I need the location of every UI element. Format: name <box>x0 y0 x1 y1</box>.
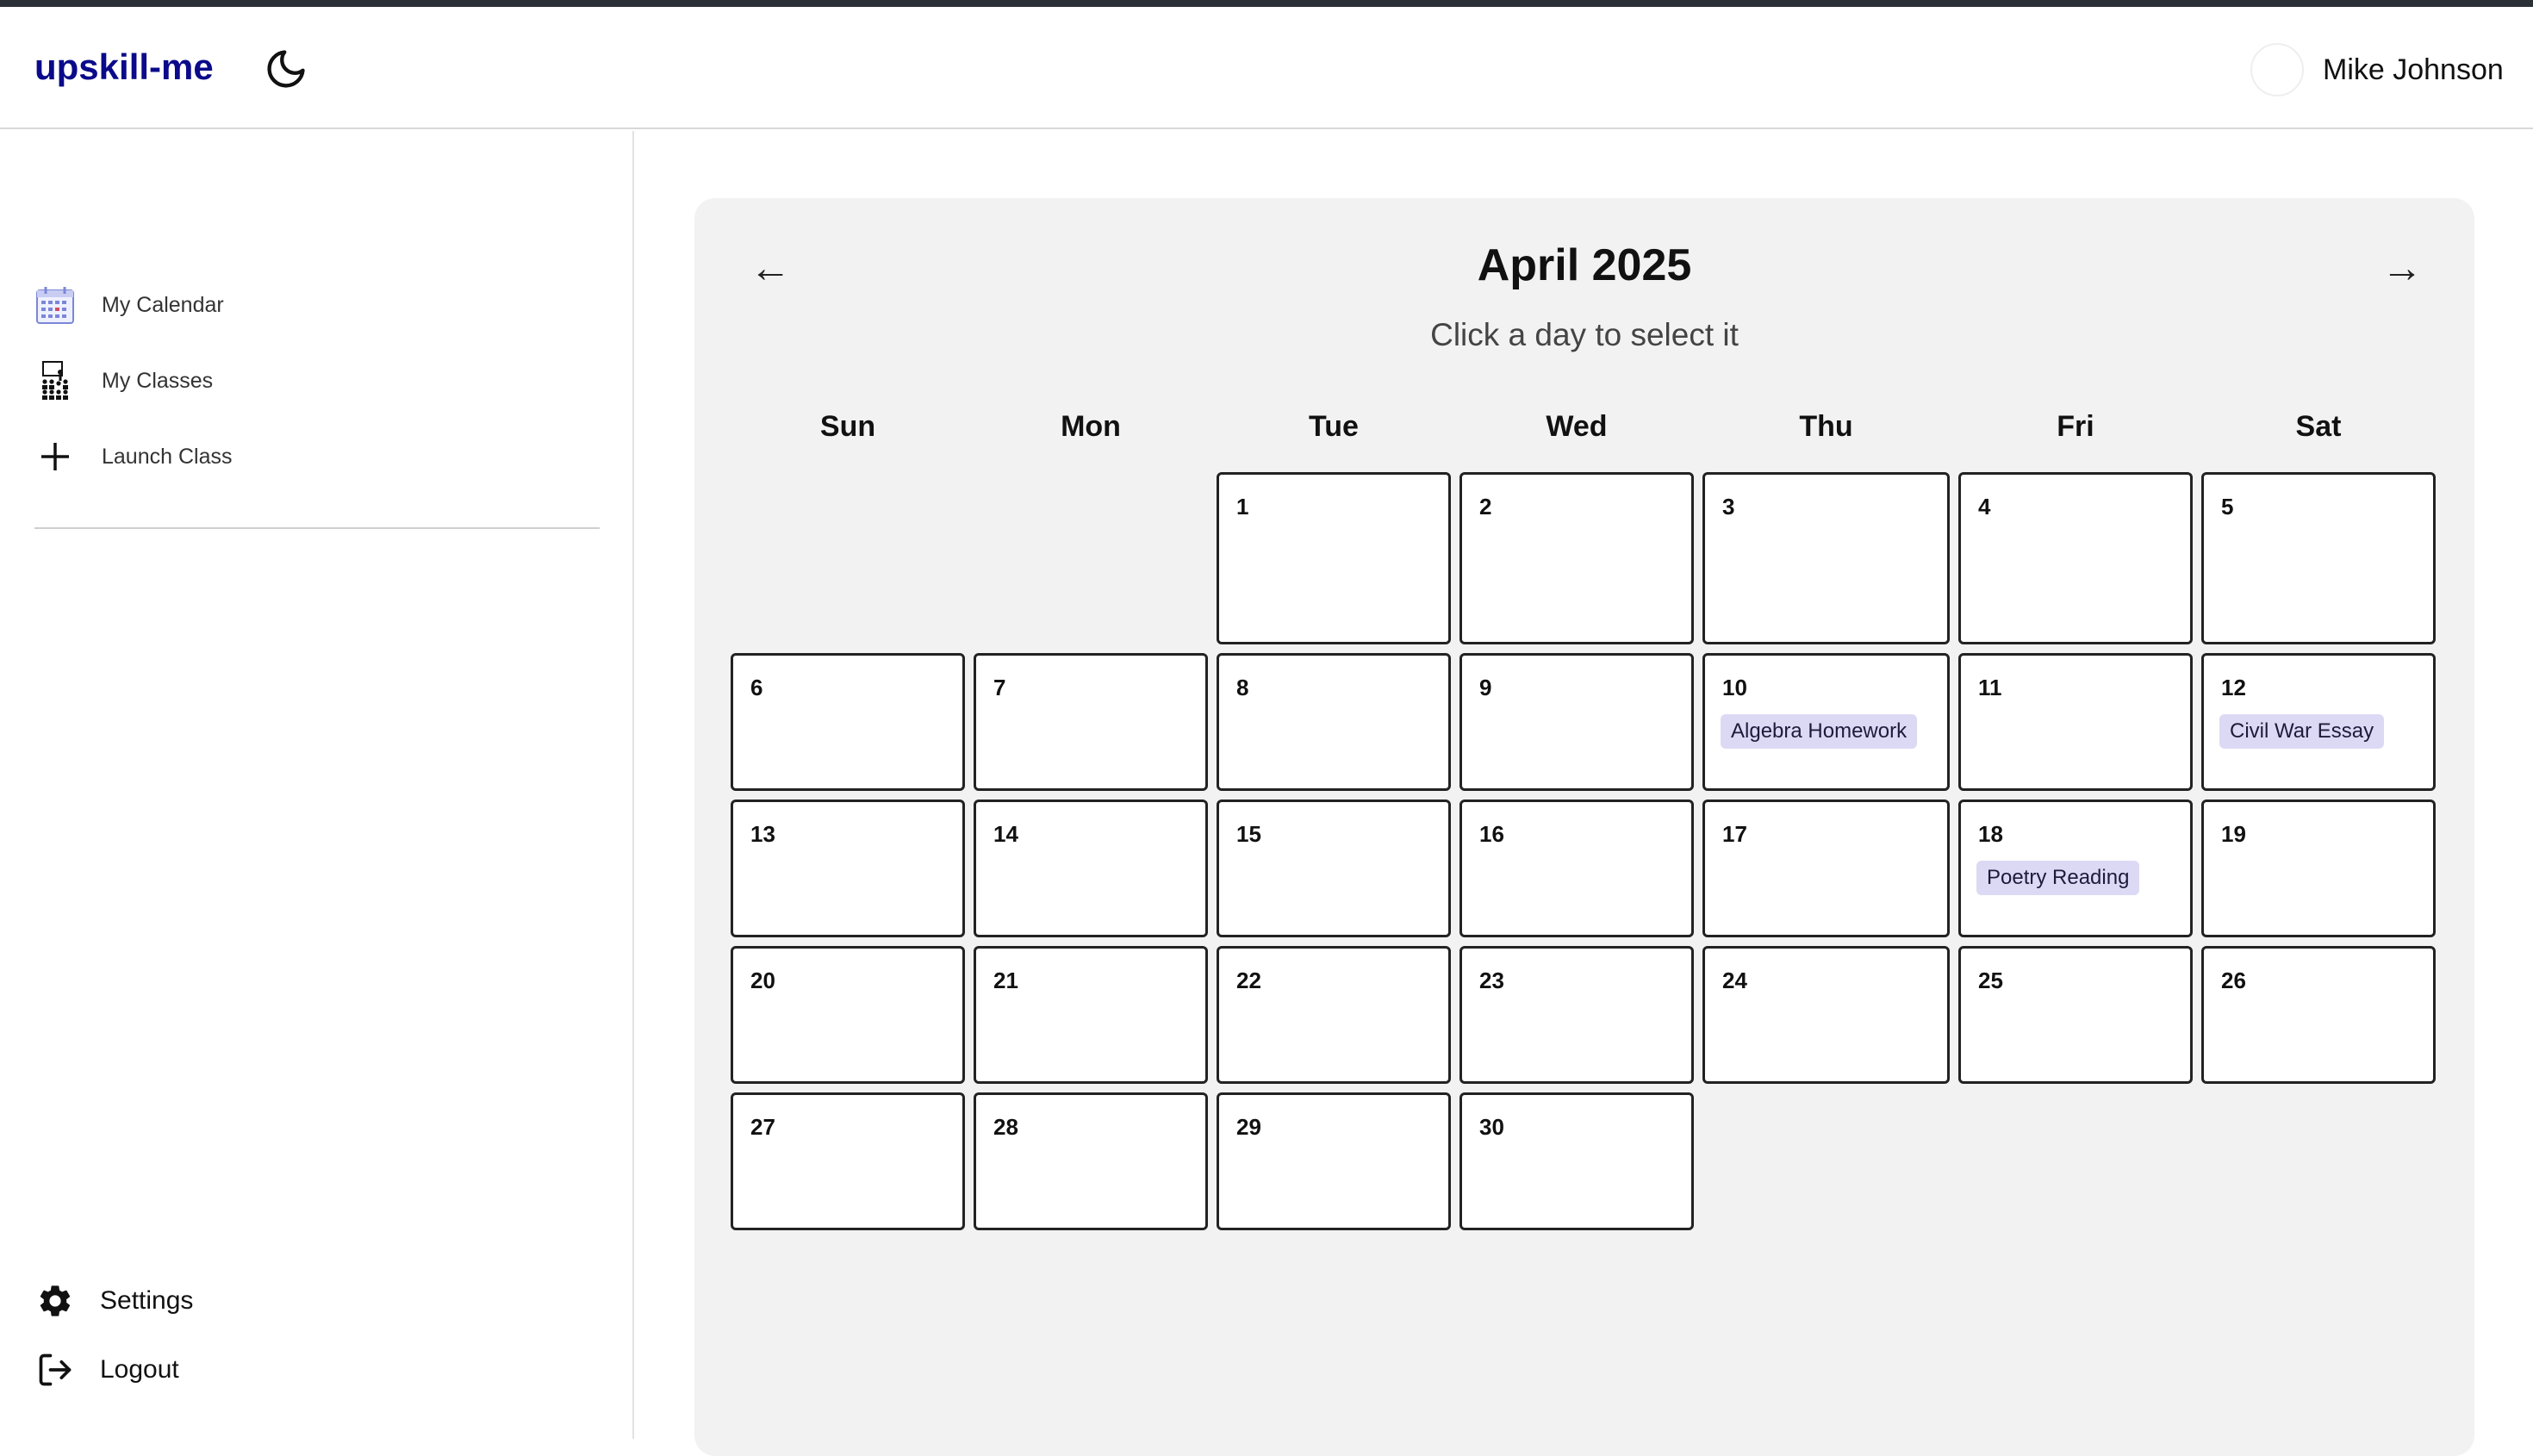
sidebar-item-label: My Classes <box>102 368 214 393</box>
brand-logo[interactable]: upskill-me <box>34 47 214 88</box>
calendar-day-26[interactable]: 26 <box>2201 946 2436 1084</box>
day-number: 22 <box>1236 968 1261 993</box>
weekday-header: Thu <box>1799 410 1853 443</box>
day-number: 25 <box>1978 968 2003 993</box>
day-number: 3 <box>1722 494 1735 520</box>
calendar-panel: ← April 2025 → Click a day to select it … <box>694 198 2474 1456</box>
calendar-day-14[interactable]: 14 <box>974 800 1208 937</box>
day-number: 24 <box>1722 968 1747 993</box>
calendar-day-1[interactable]: 1 <box>1217 472 1451 644</box>
day-number: 15 <box>1236 821 1261 847</box>
calendar-hint: Click a day to select it <box>1430 317 1739 352</box>
day-number: 5 <box>2221 494 2234 520</box>
calendar-day-17[interactable]: 17 <box>1702 800 1950 937</box>
sidebar-item-launch-class[interactable]: Launch Class <box>34 436 232 477</box>
calendar-day-8[interactable]: 8 <box>1217 653 1451 791</box>
day-number: 23 <box>1479 968 1504 993</box>
day-number: 4 <box>1978 494 1991 520</box>
day-number: 19 <box>2221 821 2246 847</box>
day-number: 11 <box>1978 675 2002 700</box>
calendar-day-16[interactable]: 16 <box>1459 800 1694 937</box>
weekday-header: Wed <box>1546 410 1608 443</box>
calendar-day-21[interactable]: 21 <box>974 946 1208 1084</box>
month-title: April 2025 <box>1477 240 1692 290</box>
calendar-day-27[interactable]: 27 <box>731 1092 965 1230</box>
event-chip[interactable]: Poetry Reading <box>1976 861 2140 895</box>
weekday-header: Sun <box>819 410 876 443</box>
day-number: 21 <box>993 968 1018 993</box>
calendar-day-30[interactable]: 30 <box>1459 1092 1694 1230</box>
sidebar-item-my-classes[interactable]: My Classes <box>34 360 213 401</box>
calendar-day-9[interactable]: 9 <box>1459 653 1694 791</box>
day-number: 1 <box>1236 494 1249 520</box>
event-chip[interactable]: Algebra Homework <box>1721 714 1918 749</box>
calendar-day-25[interactable]: 25 <box>1958 946 2193 1084</box>
moon-icon[interactable] <box>264 47 308 91</box>
day-number: 28 <box>993 1114 1018 1140</box>
avatar[interactable] <box>2250 43 2304 96</box>
day-number: 9 <box>1479 675 1492 700</box>
day-number: 12 <box>2221 675 2246 700</box>
calendar-day-11[interactable]: 11 <box>1958 653 2193 791</box>
next-month-arrow-icon[interactable]: → <box>2381 248 2423 289</box>
sidebar-item-my-calendar[interactable]: My Calendar <box>34 284 224 326</box>
day-number: 27 <box>750 1114 775 1140</box>
calendar-day-10[interactable]: 10 Algebra Homework <box>1702 653 1950 791</box>
calendar-day-7[interactable]: 7 <box>974 653 1208 791</box>
calendar-day-5[interactable]: 5 <box>2201 472 2436 644</box>
logout-icon <box>34 1349 76 1391</box>
calendar-day-18[interactable]: 18 Poetry Reading <box>1958 800 2193 937</box>
sidebar-item-label: Launch Class <box>102 444 233 469</box>
day-number: 20 <box>750 968 775 993</box>
day-number: 8 <box>1236 675 1249 700</box>
day-number: 14 <box>993 821 1018 847</box>
plus-icon <box>34 436 76 477</box>
calendar-day-23[interactable]: 23 <box>1459 946 1694 1084</box>
user-name[interactable]: Mike Johnson <box>2323 53 2504 87</box>
day-number: 2 <box>1479 494 1492 520</box>
day-number: 13 <box>750 821 775 847</box>
day-number: 16 <box>1479 821 1504 847</box>
logout-label: Logout <box>100 1355 179 1384</box>
calendar-day-29[interactable]: 29 <box>1217 1092 1451 1230</box>
calendar-day-3[interactable]: 3 <box>1702 472 1950 644</box>
event-chip[interactable]: Civil War Essay <box>2219 714 2385 749</box>
calendar-day-13[interactable]: 13 <box>731 800 965 937</box>
day-number: 17 <box>1722 821 1747 847</box>
sidebar-item-label: My Calendar <box>102 292 224 317</box>
weekday-header: Fri <box>2057 410 2094 443</box>
calendar-day-12[interactable]: 12 Civil War Essay <box>2201 653 2436 791</box>
top-strip <box>0 0 2533 7</box>
weekday-header: Sat <box>2295 410 2342 443</box>
calendar-day-22[interactable]: 22 <box>1217 946 1451 1084</box>
calendar-day-6[interactable]: 6 <box>731 653 965 791</box>
weekday-header: Tue <box>1309 410 1359 443</box>
sidebar-divider <box>34 527 600 529</box>
calendar-day-19[interactable]: 19 <box>2201 800 2436 937</box>
gear-icon <box>34 1280 76 1322</box>
settings-button[interactable]: Settings <box>34 1280 193 1322</box>
calendar-day-4[interactable]: 4 <box>1958 472 2193 644</box>
calendar-icon <box>34 284 76 326</box>
logout-button[interactable]: Logout <box>34 1349 179 1391</box>
calendar-day-20[interactable]: 20 <box>731 946 965 1084</box>
calendar-day-24[interactable]: 24 <box>1702 946 1950 1084</box>
calendar-day-15[interactable]: 15 <box>1217 800 1451 937</box>
weekday-header: Mon <box>1061 410 1121 443</box>
app-header: upskill-me Mike Johnson <box>0 7 2533 129</box>
day-number: 7 <box>993 675 1006 700</box>
calendar-day-28[interactable]: 28 <box>974 1092 1208 1230</box>
sidebar: My Calendar My Classes Launch Class Sett… <box>0 131 634 1439</box>
classes-icon <box>34 360 76 401</box>
day-number: 18 <box>1978 821 2003 847</box>
day-number: 30 <box>1479 1114 1504 1140</box>
day-number: 10 <box>1722 675 1747 700</box>
day-number: 6 <box>750 675 763 700</box>
calendar-day-2[interactable]: 2 <box>1459 472 1694 644</box>
day-number: 29 <box>1236 1114 1261 1140</box>
day-number: 26 <box>2221 968 2246 993</box>
settings-label: Settings <box>100 1286 194 1315</box>
